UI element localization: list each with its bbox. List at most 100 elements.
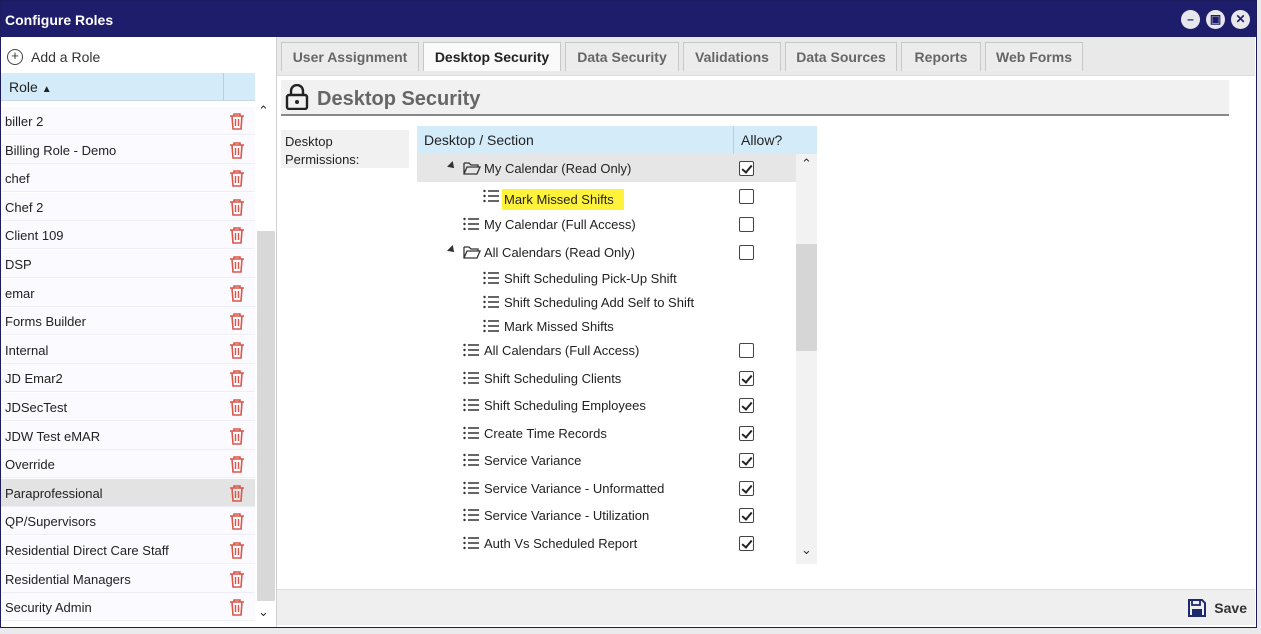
- delete-role-trash-icon[interactable]: [229, 284, 245, 302]
- permission-row[interactable]: Auth Vs Scheduled Report: [417, 529, 796, 557]
- title-bar: Configure Roles – ▣ ✕: [1, 1, 1256, 37]
- delete-role-trash-icon[interactable]: [229, 341, 245, 359]
- role-row[interactable]: Billing Role - Demo: [1, 135, 255, 164]
- delete-role-trash-icon[interactable]: [229, 112, 245, 130]
- permission-row[interactable]: Shift Scheduling Employees: [417, 391, 796, 419]
- role-row[interactable]: JDSecTest: [1, 393, 255, 421]
- allow-checkbox[interactable]: [739, 453, 754, 468]
- permission-row[interactable]: Service Variance: [417, 446, 796, 474]
- desktop-security-content: Desktop Security Desktop Permissions: De…: [277, 75, 1255, 565]
- close-icon[interactable]: ✕: [1231, 10, 1250, 29]
- desktop-permissions-label: Desktop Permissions:: [281, 130, 409, 168]
- role-row[interactable]: JDW Test eMAR: [1, 421, 255, 450]
- permission-row[interactable]: All Calendars (Read Only): [417, 238, 796, 266]
- permission-label: My Calendar (Read Only): [484, 161, 632, 176]
- scroll-down-icon[interactable]: ⌄: [258, 604, 269, 620]
- delete-role-trash-icon[interactable]: [229, 598, 245, 616]
- delete-role-trash-icon[interactable]: [229, 398, 245, 416]
- grid-scrollbar[interactable]: ⌃ ⌄: [796, 154, 817, 564]
- delete-role-trash-icon[interactable]: [229, 455, 245, 473]
- role-row[interactable]: Residential Managers: [1, 564, 255, 593]
- tab-reports[interactable]: Reports: [901, 42, 981, 71]
- expand-triangle-icon[interactable]: [447, 245, 457, 255]
- permission-row[interactable]: Create Time Records: [417, 419, 796, 447]
- delete-role-trash-icon[interactable]: [229, 369, 245, 388]
- delete-role-trash-icon[interactable]: [229, 255, 245, 273]
- role-row[interactable]: biller 2: [1, 107, 255, 135]
- add-role-button[interactable]: + Add a Role: [7, 46, 100, 68]
- list-icon: [483, 189, 499, 206]
- minimize-icon[interactable]: –: [1181, 10, 1200, 29]
- allow-checkbox[interactable]: [739, 245, 754, 260]
- delete-role-trash-icon[interactable]: [229, 512, 245, 531]
- restore-icon[interactable]: ▣: [1206, 10, 1225, 29]
- col-allow[interactable]: Allow?: [741, 132, 782, 148]
- role-name: Billing Role - Demo: [5, 142, 117, 158]
- delete-role-trash-icon[interactable]: [229, 541, 245, 559]
- permission-row[interactable]: Service Variance - Utilization: [417, 501, 796, 529]
- role-row[interactable]: Paraprofessional: [1, 478, 255, 507]
- permission-row[interactable]: Shift Scheduling Clients: [417, 364, 796, 392]
- allow-checkbox[interactable]: [739, 189, 754, 204]
- allow-checkbox[interactable]: [739, 161, 754, 176]
- save-button[interactable]: Save: [1187, 598, 1247, 618]
- allow-checkbox[interactable]: [739, 536, 754, 551]
- role-row[interactable]: Residential Direct Care Staff: [1, 536, 255, 564]
- tab-desktop-security[interactable]: Desktop Security: [423, 42, 561, 71]
- role-name: Chef 2: [5, 199, 44, 215]
- sort-ascending-icon: ▲: [41, 84, 52, 95]
- role-name: Forms Builder: [5, 314, 86, 330]
- permission-row[interactable]: All Calendars (Full Access): [417, 336, 796, 364]
- role-row[interactable]: chef: [1, 164, 255, 193]
- role-row[interactable]: DSP: [1, 250, 255, 278]
- allow-checkbox[interactable]: [739, 343, 754, 358]
- delete-role-trash-icon[interactable]: [229, 570, 245, 588]
- permission-row[interactable]: My Calendar (Full Access): [417, 210, 796, 238]
- allow-checkbox[interactable]: [739, 508, 754, 523]
- add-circle-icon: +: [7, 49, 23, 65]
- role-row[interactable]: Chef 2: [1, 192, 255, 221]
- role-row[interactable]: JD Emar2: [1, 364, 255, 393]
- permission-label: Shift Scheduling Clients: [484, 371, 622, 386]
- role-row[interactable]: Internal: [1, 335, 255, 364]
- expand-triangle-icon[interactable]: [447, 161, 457, 171]
- col-desktop-section[interactable]: Desktop / Section: [424, 132, 534, 148]
- allow-checkbox[interactable]: [739, 217, 754, 232]
- scroll-down-icon[interactable]: ⌄: [801, 542, 812, 558]
- save-disk-icon: [1188, 599, 1207, 617]
- role-row[interactable]: Security Admin: [1, 593, 255, 622]
- role-row[interactable]: Forms Builder: [1, 307, 255, 336]
- permission-row[interactable]: Service Variance - Unformatted: [417, 474, 796, 502]
- scroll-up-icon[interactable]: ⌃: [258, 103, 269, 119]
- tab-data-security[interactable]: Data Security: [565, 42, 679, 71]
- list-icon: [463, 217, 479, 234]
- role-row[interactable]: QP/Supervisors: [1, 507, 255, 536]
- delete-role-trash-icon[interactable]: [229, 141, 245, 159]
- allow-checkbox[interactable]: [739, 481, 754, 496]
- allow-checkbox[interactable]: [739, 371, 754, 386]
- role-row[interactable]: emar: [1, 278, 255, 307]
- permission-row[interactable]: My Calendar (Read Only): [417, 154, 796, 182]
- lock-icon: [285, 84, 309, 110]
- delete-role-trash-icon[interactable]: [229, 312, 245, 330]
- allow-checkbox[interactable]: [739, 426, 754, 441]
- role-list-scrollbar[interactable]: ⌃ ⌄: [255, 101, 275, 627]
- tab-user-assignment[interactable]: User Assignment: [281, 42, 419, 71]
- tab-data-sources[interactable]: Data Sources: [785, 42, 897, 71]
- scrollbar-thumb[interactable]: [796, 244, 817, 351]
- tab-validations[interactable]: Validations: [683, 42, 781, 71]
- delete-role-trash-icon[interactable]: [229, 198, 245, 216]
- allow-checkbox[interactable]: [739, 398, 754, 413]
- tab-web-forms[interactable]: Web Forms: [985, 42, 1083, 71]
- permission-row[interactable]: Mark Missed Shifts: [417, 182, 796, 210]
- role-row[interactable]: Override: [1, 450, 255, 479]
- delete-role-trash-icon[interactable]: [229, 169, 245, 187]
- scrollbar-thumb[interactable]: [257, 231, 275, 601]
- delete-role-trash-icon[interactable]: [229, 427, 245, 445]
- window-title: Configure Roles: [5, 12, 114, 28]
- scroll-up-icon[interactable]: ⌃: [801, 156, 812, 172]
- delete-role-trash-icon[interactable]: [229, 484, 245, 502]
- role-row[interactable]: Client 109: [1, 221, 255, 250]
- role-column-header[interactable]: Role ▲: [1, 73, 255, 101]
- delete-role-trash-icon[interactable]: [229, 226, 245, 245]
